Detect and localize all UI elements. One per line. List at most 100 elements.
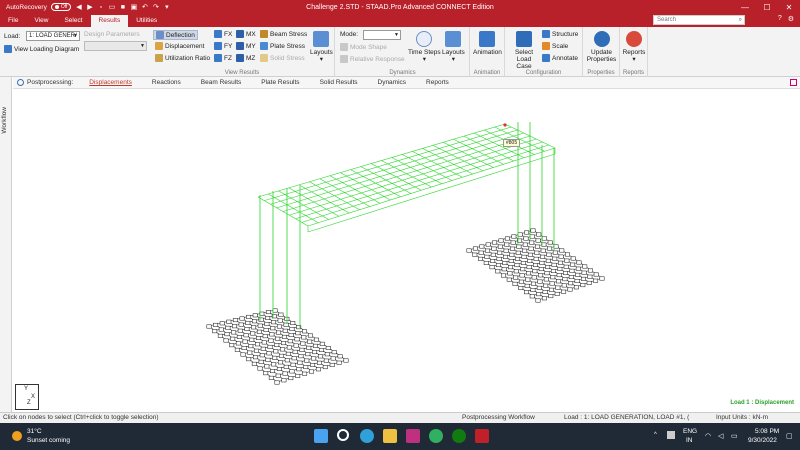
support-node[interactable] (232, 318, 238, 323)
support-node[interactable] (260, 346, 266, 351)
support-node[interactable] (537, 279, 543, 284)
support-node[interactable] (238, 322, 244, 327)
support-node[interactable] (528, 246, 534, 251)
support-node[interactable] (229, 343, 235, 348)
support-node[interactable] (257, 323, 263, 328)
edge-icon[interactable] (360, 429, 374, 443)
support-node[interactable] (540, 248, 546, 253)
model-viewport[interactable]: #805 Y X Z Load 1 : Displacement (13, 90, 800, 412)
support-node[interactable] (217, 333, 223, 338)
support-node[interactable] (490, 252, 496, 257)
support-node[interactable] (274, 380, 280, 385)
support-node[interactable] (226, 319, 232, 324)
update-properties-button[interactable]: Update Properties (586, 31, 617, 63)
support-node[interactable] (329, 362, 335, 367)
support-node[interactable] (231, 330, 237, 335)
mz-button[interactable]: MZ (236, 54, 255, 62)
support-node[interactable] (533, 263, 538, 267)
support-node[interactable] (250, 331, 256, 336)
support-node[interactable] (272, 308, 278, 313)
structure-model[interactable] (13, 90, 800, 412)
support-node[interactable] (587, 274, 593, 279)
load-select[interactable]: 1: LOAD GENER/ ▼ (26, 31, 80, 41)
print-icon[interactable]: ▣ (130, 4, 138, 11)
support-node[interactable] (542, 236, 547, 241)
support-node[interactable] (282, 371, 288, 376)
selected-node[interactable] (503, 123, 507, 127)
support-node[interactable] (501, 267, 507, 272)
support-node[interactable] (265, 357, 271, 362)
support-node[interactable] (313, 343, 318, 348)
support-node[interactable] (524, 283, 530, 288)
support-node[interactable] (336, 360, 342, 365)
support-node[interactable] (315, 367, 321, 372)
support-node[interactable] (531, 281, 536, 286)
support-node[interactable] (331, 350, 337, 355)
support-node[interactable] (478, 250, 484, 255)
support-node[interactable] (246, 357, 252, 362)
support-node[interactable] (248, 344, 254, 349)
scale-button[interactable]: Scale (542, 42, 568, 50)
support-node[interactable] (552, 250, 558, 255)
tab-file[interactable]: File (0, 15, 26, 27)
support-node[interactable] (561, 283, 567, 288)
support-node[interactable] (478, 256, 483, 261)
autorecovery-toggle[interactable]: Off (50, 3, 72, 11)
support-node[interactable] (485, 248, 491, 253)
support-node[interactable] (552, 256, 558, 261)
tab-utilities[interactable]: Utilities (128, 15, 165, 27)
support-node[interactable] (540, 254, 545, 259)
support-node[interactable] (526, 271, 531, 276)
tab-displacements[interactable]: Displacements (89, 79, 132, 86)
support-node[interactable] (277, 318, 283, 323)
support-node[interactable] (568, 281, 574, 286)
support-node[interactable] (520, 267, 526, 272)
notification-icon[interactable]: ▢ (786, 432, 793, 440)
support-node[interactable] (283, 322, 289, 327)
tab-solid-results[interactable]: Solid Results (320, 79, 358, 86)
mode-select[interactable]: ▼ (363, 30, 401, 40)
support-node[interactable] (563, 264, 569, 269)
support-node[interactable] (529, 234, 535, 239)
support-node[interactable] (243, 333, 249, 338)
solid-stress-button[interactable]: Solid Stress (260, 54, 305, 62)
support-node[interactable] (247, 350, 253, 355)
support-node[interactable] (539, 260, 545, 265)
support-node[interactable] (324, 352, 330, 357)
support-node[interactable] (258, 359, 264, 364)
support-node[interactable] (501, 273, 506, 278)
support-node[interactable] (304, 358, 310, 363)
support-node[interactable] (514, 263, 520, 268)
support-node[interactable] (570, 256, 576, 261)
support-node[interactable] (251, 361, 257, 366)
support-node[interactable] (262, 334, 268, 339)
support-node[interactable] (503, 248, 509, 253)
tab-dynamics[interactable]: Dynamics (378, 79, 407, 86)
dynamics-layouts-button[interactable]: Layouts ▾ (442, 31, 465, 63)
support-node[interactable] (284, 358, 290, 363)
open-folder-icon[interactable]: ▭ (108, 4, 116, 11)
support-node[interactable] (503, 254, 508, 259)
support-node[interactable] (524, 230, 530, 235)
workflow-sidebar[interactable]: Workflow (0, 77, 12, 412)
support-node[interactable] (556, 273, 562, 278)
chrome-icon[interactable] (429, 429, 443, 443)
fx-button[interactable]: FX (214, 30, 232, 38)
support-node[interactable] (541, 296, 547, 301)
support-node[interactable] (575, 272, 581, 277)
support-node[interactable] (276, 330, 282, 335)
support-node[interactable] (472, 246, 478, 251)
support-node[interactable] (273, 349, 279, 354)
support-node[interactable] (257, 366, 263, 371)
support-node[interactable] (558, 254, 564, 259)
staad-icon[interactable] (475, 429, 489, 443)
support-node[interactable] (245, 320, 251, 325)
support-node[interactable] (280, 347, 285, 352)
support-node[interactable] (518, 286, 524, 290)
support-node[interactable] (285, 351, 291, 356)
support-node[interactable] (472, 252, 478, 257)
support-node[interactable] (268, 338, 274, 343)
support-node[interactable] (536, 285, 542, 290)
support-node[interactable] (294, 337, 300, 342)
customize-qa-icon[interactable]: ▾ (163, 4, 170, 11)
